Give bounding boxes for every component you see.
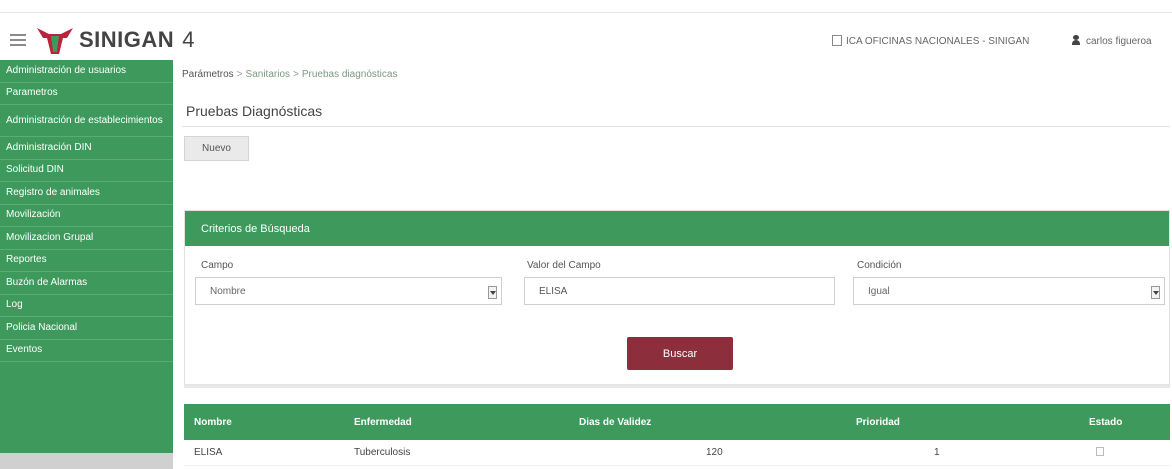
- panel-shadow: [184, 385, 1170, 388]
- top-divider: [0, 12, 1172, 13]
- search-panel-title: Criterios de Búsqueda: [185, 211, 1169, 246]
- brand-name: SINIGAN: [79, 27, 175, 52]
- column-header-validez[interactable]: Dias de Validez: [579, 417, 651, 428]
- sidebar-item-registro-animales[interactable]: Registro de animales: [0, 182, 173, 205]
- office-icon: [832, 35, 842, 46]
- sidebar-item-movilizacion-grupal[interactable]: Movilizacion Grupal: [0, 227, 173, 250]
- sidebar-item-solicitud-din[interactable]: Solicitud DIN: [0, 160, 173, 182]
- sidebar-item-policia-nacional[interactable]: Policia Nacional: [0, 317, 173, 340]
- results-table: Nombre Enfermedad Dias de Validez Priori…: [184, 404, 1170, 466]
- breadcrumb: Parámetros > Sanitarios > Pruebas diagnóstic…: [182, 69, 397, 80]
- sidebar-item-parametros[interactable]: Parametros: [0, 83, 173, 105]
- chevron-down-icon: [1151, 286, 1160, 299]
- field-select-value: Nombre: [210, 285, 246, 297]
- sidebar-item-administracion-din[interactable]: Administración DIN: [0, 137, 173, 160]
- value-input[interactable]: [524, 277, 835, 305]
- breadcrumb-current: Pruebas diagnósticas: [301, 69, 398, 80]
- user-icon: [1072, 35, 1080, 45]
- condition-select[interactable]: Igual: [853, 277, 1165, 305]
- table-row[interactable]: ELISA Tuberculosis 120 1: [184, 440, 1170, 466]
- field-label: Campo: [201, 260, 234, 271]
- cell-enfermedad: Tuberculosis: [354, 447, 411, 458]
- sidebar-item-establecimientos[interactable]: Administración de establecimientos: [0, 105, 173, 137]
- sidebar-item-movilizacion[interactable]: Movilización: [0, 205, 173, 227]
- column-header-estado[interactable]: Estado: [1089, 417, 1122, 428]
- app-brand[interactable]: SINIGAN 4: [79, 27, 195, 53]
- cow-logo-icon: [37, 28, 73, 54]
- sidebar-item-eventos[interactable]: Eventos: [0, 340, 173, 362]
- table-header: Nombre Enfermedad Dias de Validez Priori…: [184, 404, 1170, 440]
- breadcrumb-separator: >: [293, 69, 299, 80]
- office-selector[interactable]: ICA OFICINAS NACIONALES - SINIGAN: [832, 35, 1029, 47]
- top-bar: SINIGAN 4 ICA OFICINAS NACIONALES - SINIG…: [0, 0, 1172, 60]
- sidebar-item-log[interactable]: Log: [0, 295, 173, 317]
- new-button[interactable]: Nuevo: [184, 136, 249, 161]
- cell-prioridad: 1: [934, 447, 940, 458]
- status-checkbox[interactable]: [1096, 447, 1104, 456]
- sidebar: Administración de usuarios Parametros Ad…: [0, 60, 173, 469]
- condition-label: Condición: [857, 260, 902, 271]
- breadcrumb-root[interactable]: Parámetros: [182, 69, 234, 80]
- column-header-enfermedad[interactable]: Enfermedad: [354, 417, 412, 428]
- cell-nombre: ELISA: [194, 447, 223, 458]
- sidebar-item-buzon-alarmas[interactable]: Buzón de Alarmas: [0, 272, 173, 295]
- cell-validez: 120: [706, 447, 723, 458]
- breadcrumb-separator: >: [236, 69, 243, 80]
- user-name: carlos figueroa: [1086, 36, 1152, 47]
- search-button[interactable]: Buscar: [627, 337, 733, 370]
- chevron-down-icon: [488, 286, 497, 299]
- brand-version: 4: [182, 27, 195, 52]
- user-menu[interactable]: carlos figueroa: [1072, 35, 1152, 47]
- title-divider: [182, 126, 1170, 127]
- sidebar-item-reportes[interactable]: Reportes: [0, 250, 173, 272]
- column-header-prioridad[interactable]: Prioridad: [856, 417, 900, 428]
- value-label: Valor del Campo: [527, 260, 601, 271]
- condition-select-value: Igual: [868, 285, 890, 297]
- breadcrumb-sanitarios[interactable]: Sanitarios: [246, 69, 290, 80]
- sidebar-footer: [0, 453, 173, 469]
- column-header-nombre[interactable]: Nombre: [194, 417, 232, 428]
- field-select[interactable]: Nombre: [195, 277, 502, 305]
- menu-icon[interactable]: [10, 34, 26, 46]
- sidebar-item-usuarios[interactable]: Administración de usuarios: [0, 60, 173, 83]
- search-panel: Criterios de Búsqueda Campo Nombre Valor…: [184, 210, 1170, 385]
- page-title: Pruebas Diagnósticas: [186, 103, 323, 119]
- office-label: ICA OFICINAS NACIONALES - SINIGAN: [846, 36, 1030, 47]
